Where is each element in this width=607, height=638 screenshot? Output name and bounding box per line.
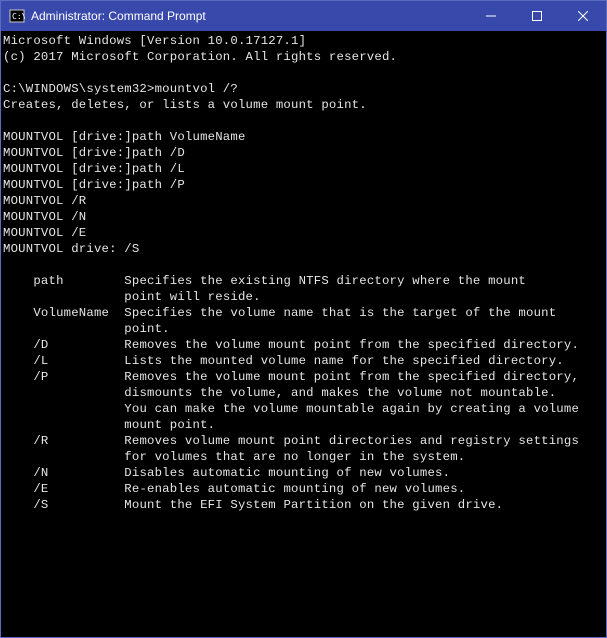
- terminal-line: path Specifies the existing NTFS directo…: [3, 273, 604, 289]
- svg-text:C:\: C:\: [12, 12, 25, 21]
- terminal-line: point.: [3, 321, 604, 337]
- window-controls: [468, 1, 606, 31]
- terminal-line: [3, 65, 604, 81]
- terminal-line: MOUNTVOL [drive:]path /P: [3, 177, 604, 193]
- terminal-line: /L Lists the mounted volume name for the…: [3, 353, 604, 369]
- terminal-line: Creates, deletes, or lists a volume moun…: [3, 97, 604, 113]
- app-icon: C:\: [9, 8, 25, 24]
- terminal-line: MOUNTVOL [drive:]path /D: [3, 145, 604, 161]
- command-prompt-window: C:\ Administrator: Command Prompt Micros…: [0, 0, 607, 638]
- terminal-line: mount point.: [3, 417, 604, 433]
- terminal-line: MOUNTVOL [drive:]path VolumeName: [3, 129, 604, 145]
- terminal-line: /D Removes the volume mount point from t…: [3, 337, 604, 353]
- terminal-line: for volumes that are no longer in the sy…: [3, 449, 604, 465]
- terminal-line: (c) 2017 Microsoft Corporation. All righ…: [3, 49, 604, 65]
- terminal-line: dismounts the volume, and makes the volu…: [3, 385, 604, 401]
- terminal-line: /P Removes the volume mount point from t…: [3, 369, 604, 385]
- terminal-line: MOUNTVOL /R: [3, 193, 604, 209]
- window-title: Administrator: Command Prompt: [31, 9, 468, 23]
- terminal-line: [3, 113, 604, 129]
- terminal-line: You can make the volume mountable again …: [3, 401, 604, 417]
- titlebar[interactable]: C:\ Administrator: Command Prompt: [1, 1, 606, 31]
- terminal-line: [3, 257, 604, 273]
- maximize-button[interactable]: [514, 1, 560, 31]
- terminal-line: Microsoft Windows [Version 10.0.17127.1]: [3, 33, 604, 49]
- terminal-line: MOUNTVOL drive: /S: [3, 241, 604, 257]
- terminal-line: /R Removes volume mount point directorie…: [3, 433, 604, 449]
- terminal-line: MOUNTVOL /E: [3, 225, 604, 241]
- close-button[interactable]: [560, 1, 606, 31]
- terminal-line: /E Re-enables automatic mounting of new …: [3, 481, 604, 497]
- terminal-line: /N Disables automatic mounting of new vo…: [3, 465, 604, 481]
- terminal-line: MOUNTVOL [drive:]path /L: [3, 161, 604, 177]
- terminal-line: /S Mount the EFI System Partition on the…: [3, 497, 604, 513]
- minimize-button[interactable]: [468, 1, 514, 31]
- terminal-line: MOUNTVOL /N: [3, 209, 604, 225]
- terminal-output[interactable]: Microsoft Windows [Version 10.0.17127.1]…: [1, 31, 606, 637]
- terminal-line: VolumeName Specifies the volume name tha…: [3, 305, 604, 321]
- terminal-line: point will reside.: [3, 289, 604, 305]
- terminal-line: C:\WINDOWS\system32>mountvol /?: [3, 81, 604, 97]
